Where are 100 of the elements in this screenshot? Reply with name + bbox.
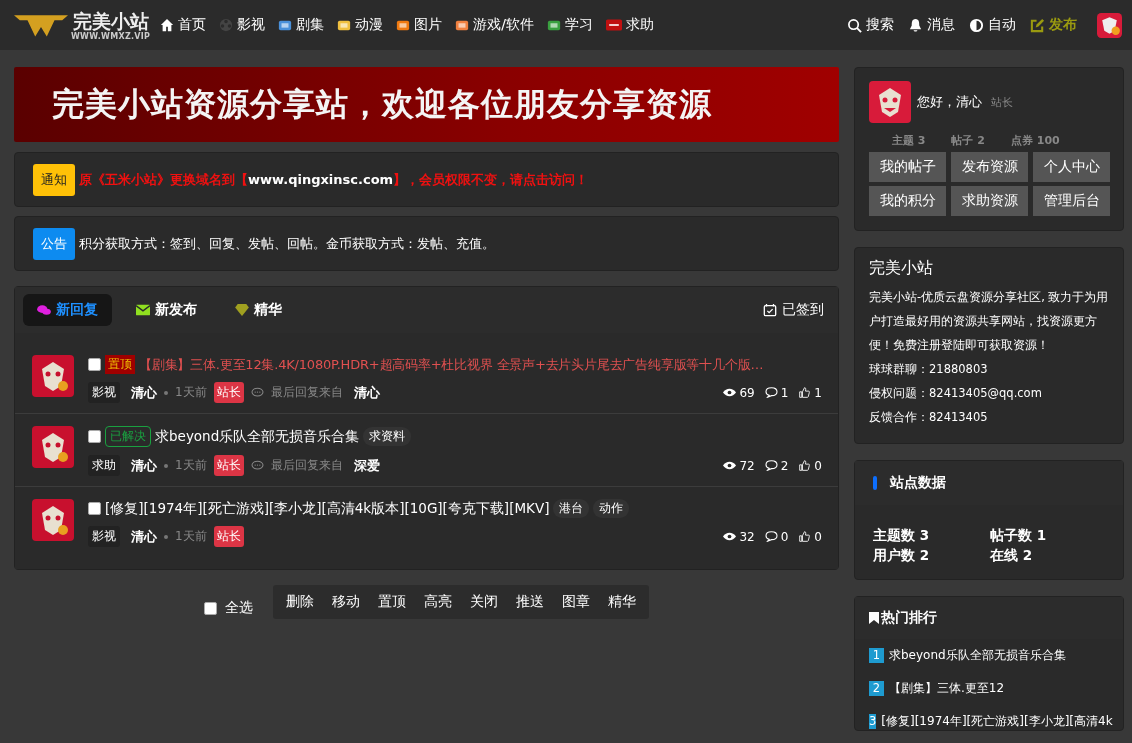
moderation-button[interactable]: 置顶 [369,589,415,615]
select-all-label[interactable]: 全选 [225,599,253,617]
nav-link[interactable]: 动漫 [337,16,384,34]
contrast-link[interactable]: 自动 [969,16,1016,34]
forum-label[interactable]: 影视 [88,526,120,547]
like-count: 1 [814,385,822,400]
search-link[interactable]: 搜索 [847,16,894,34]
site-stat: 主题数 3 [873,527,931,545]
announcement-label: 公告 [33,227,75,260]
row-checkbox[interactable] [88,430,101,443]
moderation-button[interactable]: 移动 [323,589,369,615]
view-count: 32 [739,529,755,544]
role-label: 站长 [213,526,244,547]
thread-tab[interactable]: 精华 [221,294,296,326]
thread-tab[interactable]: 新回复 [23,294,112,326]
about-title: 完美小站 [869,258,934,279]
thread-tag[interactable]: 求资料 [363,427,412,446]
site-stat: 用户数 2 [873,547,931,565]
nav-link[interactable]: 游戏/软件 [455,16,534,34]
nav-link[interactable]: 求助 [606,16,654,34]
thread-tab[interactable]: 新发布 [122,294,211,326]
post-link[interactable]: 发布 [1030,16,1077,34]
eye-icon [723,531,737,542]
moderation-button[interactable]: 图章 [553,589,599,615]
film-reel-icon [219,18,234,32]
moderation-button[interactable]: 删除 [277,589,323,615]
envelope-icon [136,304,150,316]
site-name[interactable]: 完美小站 [72,9,149,32]
avatar-icon[interactable] [1097,12,1122,38]
author-name[interactable]: 清心 [131,456,157,475]
search-icon [847,17,862,33]
rank-number: 3 [869,714,877,729]
accent-bar [873,476,877,490]
nav-link[interactable]: 图片 [396,16,443,34]
separator-dot [164,463,168,468]
role-label: 站长 [213,455,244,476]
bookmark-icon [869,612,879,624]
thread-tag[interactable]: 港台 [553,499,590,518]
nav-link[interactable]: 首页 [160,16,207,34]
banner-text: 完美小站资源分享站，欢迎各位朋友分享资源 [52,83,712,125]
nav-link[interactable]: 学习 [547,16,593,34]
rank-number: 2 [869,681,884,696]
solved-label: 已解决 [105,426,151,447]
moderation-button[interactable]: 高亮 [415,589,461,615]
thread-title[interactable]: 求beyond乐队全部无损音乐合集 [155,427,360,446]
diamond-icon [235,304,249,316]
last-reply-label: 最后回复来自 [270,457,343,474]
author-name[interactable]: 清心 [131,527,157,546]
contrast-icon [969,17,984,33]
contact-line: 反馈合作：82413405 [869,409,989,426]
like-count: 0 [814,529,822,544]
checked-in-status[interactable]: 已签到 [763,301,824,319]
role-label: 站长 [213,382,244,403]
moderation-button[interactable]: 关闭 [461,589,507,615]
eye-icon [723,387,737,398]
thumbs-up-icon [798,460,812,471]
site-stat: 帖子数 1 [990,527,1048,545]
notice-text[interactable]: 原《五米小站》更换域名到【www.qingxinsc.com】，会员权限不变，请点击访问！ [79,170,589,189]
nav-link[interactable]: 剧集 [278,16,325,34]
thumbs-up-icon [798,531,812,542]
contact-line: 球球群聊：21880803 [869,361,989,378]
post-time: 1天前 [175,384,207,401]
hot-thread-link[interactable]: [修复][1974年][死亡游戏][李小龙][高清4k [881,713,1113,730]
thread-title[interactable]: 【剧集】三体.更至12集.4K/1080P.HDR+超高码率+杜比视界 全景声+去片头片尾去广告纯享版等十几个版… [139,355,764,374]
about-description: 完美小站-优质云盘资源分享社区, 致力于为用户打造最好用的资源共享网站，找资源更方便！免费注册登陆即可获取资源！ [869,289,1109,354]
nav-link[interactable]: 影视 [219,16,266,34]
row-checkbox[interactable] [88,358,101,371]
speech-bubble-icon [764,531,778,542]
row-checkbox[interactable] [88,502,101,515]
post-time: 1天前 [175,457,207,474]
thread-title[interactable]: [修复][1974年][死亡游戏][李小龙][高清4k版本][10G][夸克下载][MKV] [105,499,550,518]
bell-link[interactable]: 消息 [908,16,955,34]
site-stats-title: 站点数据 [890,474,946,492]
moderation-button[interactable]: 精华 [599,589,645,615]
user-menu-button[interactable]: 个人中心 [1033,152,1110,182]
view-count: 69 [739,385,755,400]
select-all-checkbox[interactable] [204,601,217,615]
forum-label[interactable]: 求助 [88,455,120,476]
user-menu-button[interactable]: 我的帖子 [869,152,946,182]
like-count: 0 [814,458,822,473]
moderation-button[interactable]: 推送 [507,589,553,615]
domain-link[interactable]: www.qingxinsc.com [248,171,394,187]
reply-count: 1 [780,385,789,400]
user-menu-button[interactable]: 管理后台 [1033,186,1110,216]
hot-thread-link[interactable]: 求beyond乐队全部无损音乐合集 [889,647,1066,664]
last-reply-user[interactable]: 清心 [353,383,380,402]
hot-thread-link[interactable]: 【剧集】三体.更至12 [889,680,1005,697]
user-menu-button[interactable]: 发布资源 [951,152,1028,182]
user-stat: 帖子 2 [951,133,985,148]
user-menu-button[interactable]: 我的积分 [869,186,946,216]
author-name[interactable]: 清心 [131,383,157,402]
user-menu-button[interactable]: 求助资源 [951,186,1028,216]
last-reply-user[interactable]: 深爱 [353,456,380,475]
announcement-text: 积分获取方式：签到、回复、发帖、回帖。金币获取方式：发帖、充值。 [79,234,495,253]
separator-dot [164,534,168,539]
site-url: WWW.WMXZ.VIP [71,31,151,41]
reply-count: 0 [780,529,789,544]
forum-label[interactable]: 影视 [88,382,120,403]
contact-line: 侵权问题：82413405@qq.com [869,385,1043,402]
thread-tag[interactable]: 动作 [593,499,630,518]
